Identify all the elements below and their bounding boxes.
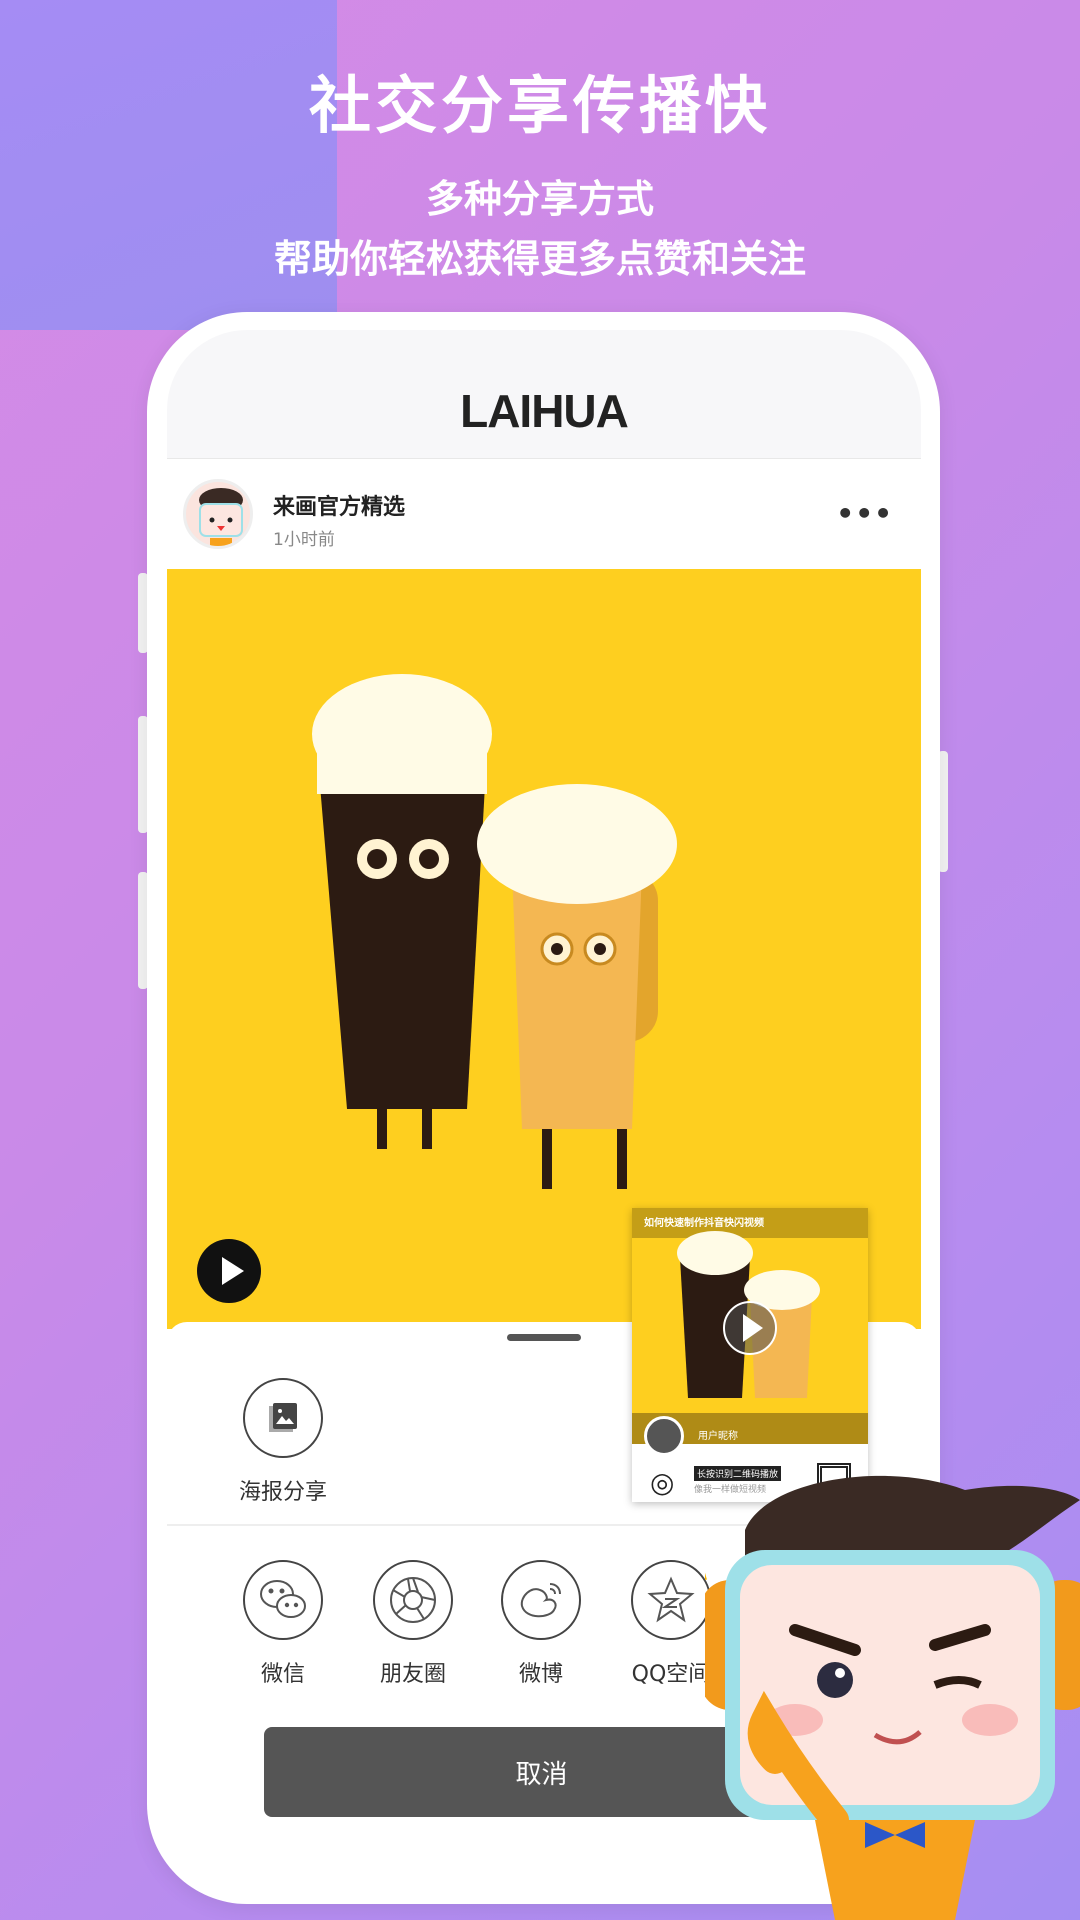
- more-horizontal-icon[interactable]: •••: [836, 497, 893, 530]
- share-wechat-button[interactable]: [243, 1560, 323, 1640]
- avatar[interactable]: [183, 479, 253, 549]
- moments-icon: [390, 1577, 436, 1623]
- poster-avatar: [644, 1416, 684, 1456]
- share-weibo-label: 微博: [518, 1662, 563, 1687]
- share-weibo-button[interactable]: [501, 1560, 581, 1640]
- poster-share-button[interactable]: [243, 1378, 323, 1458]
- banner-title: 社交分享传播快: [308, 69, 771, 142]
- poster-share-label: 海报分享: [238, 1480, 327, 1505]
- poster-image: [632, 1208, 868, 1444]
- banner-subtitle-2: 帮助你轻松获得更多点赞和关注: [273, 237, 806, 281]
- share-wechat-label: 微信: [260, 1662, 305, 1687]
- app-header: LAIHUA: [167, 330, 921, 459]
- app-logo: LAIHUA: [460, 385, 629, 437]
- banner-subtitle-1: 多种分享方式: [425, 177, 654, 221]
- poster-preview-card: 如何快速制作抖音快闪视频 用户昵称 ◎ 长按识别二维码播放 像我一样做短视频: [632, 1208, 868, 1502]
- poster-image-icon: [269, 1403, 297, 1432]
- qzone-icon: [647, 1576, 695, 1623]
- sheet-drag-handle[interactable]: [507, 1334, 581, 1341]
- post-author[interactable]: 来画官方精选: [273, 489, 405, 521]
- poster-username: 用户昵称: [698, 1431, 738, 1442]
- post-time: 1小时前: [273, 530, 335, 550]
- fingerprint-icon: ◎: [650, 1466, 675, 1499]
- post-header: 来画官方精选 1小时前 •••: [167, 459, 921, 569]
- share-qzone-button[interactable]: [631, 1560, 711, 1640]
- mascot-character: [705, 1475, 1080, 1920]
- wechat-icon: [260, 1580, 306, 1618]
- poster-title: 如何快速制作抖音快闪视频: [644, 1218, 764, 1229]
- share-moments-button[interactable]: [373, 1560, 453, 1640]
- play-button[interactable]: [197, 1239, 261, 1303]
- weibo-icon: [520, 1583, 561, 1618]
- share-moments-label: 朋友圈: [379, 1662, 446, 1687]
